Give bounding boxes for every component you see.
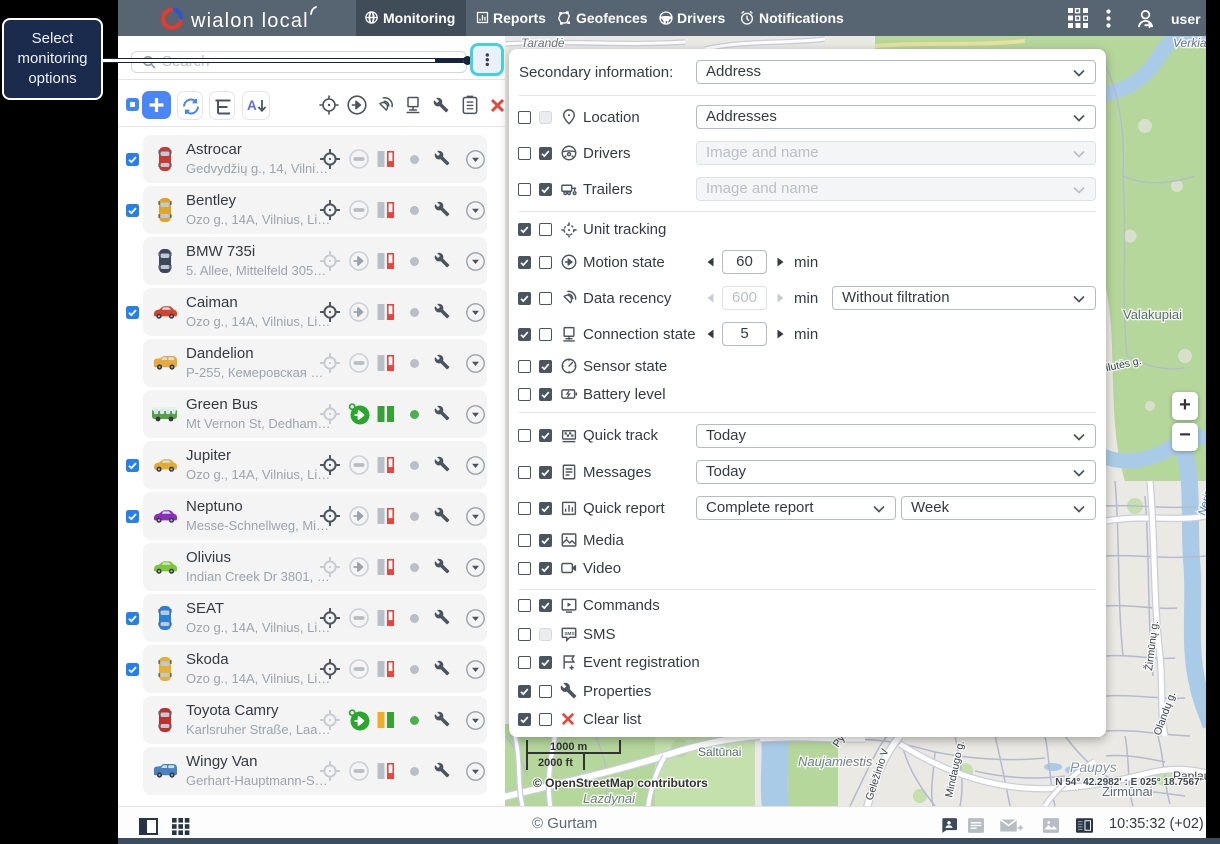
svg-text:SMS: SMS <box>564 631 575 637</box>
svg-text:2000 ft: 2000 ft <box>538 757 573 769</box>
svg-text:Naujamiestis: Naujamiestis <box>798 754 873 769</box>
svg-text:Lazdynai: Lazdynai <box>583 791 636 806</box>
svg-text:Verkiai: Verkiai <box>1173 36 1206 50</box>
svg-text:1000 m: 1000 m <box>550 741 588 753</box>
svg-text:Valakupiai: Valakupiai <box>1123 307 1182 322</box>
svg-text:N 54° 42.2982' : E 025° 18.756: N 54° 42.2982' : E 025° 18.7567' <box>1055 777 1202 788</box>
svg-text:Saltūnai: Saltūnai <box>698 745 741 759</box>
svg-text:Tarandė: Tarandė <box>521 36 565 50</box>
svg-text:Paupys: Paupys <box>1070 759 1117 775</box>
svg-text:© OpenStreetMap contributors: © OpenStreetMap contributors <box>533 776 708 790</box>
